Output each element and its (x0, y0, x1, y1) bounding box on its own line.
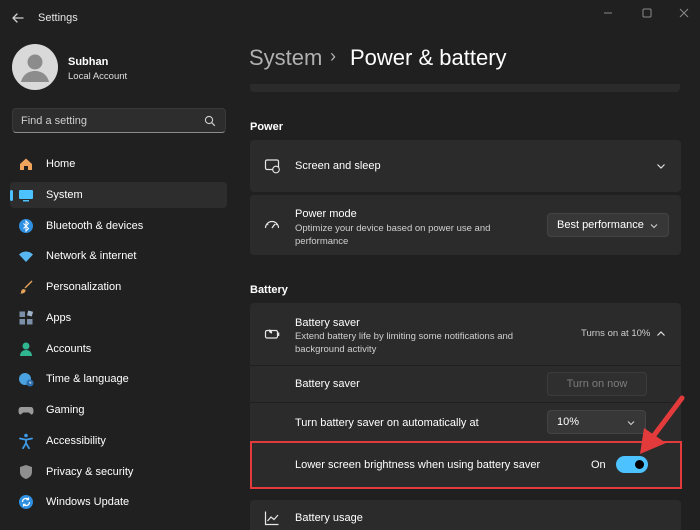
annotation-highlight-box (250, 441, 682, 489)
sidebar-item-label: Accounts (46, 343, 92, 355)
sidebar-item-label: Network & internet (46, 250, 137, 262)
card-title: Power mode (295, 208, 357, 220)
home-icon (20, 158, 32, 170)
card-description: Extend battery life by limiting some not… (295, 331, 514, 355)
sidebar-item-network[interactable]: Network & internet (10, 243, 227, 269)
system-icon (19, 190, 33, 202)
back-arrow-icon[interactable] (10, 10, 26, 26)
sidebar-item-apps[interactable]: Apps (10, 305, 227, 331)
shield-icon (20, 465, 32, 479)
sidebar-item-time-language[interactable]: Time & language (10, 366, 227, 392)
card-title: Battery usage (295, 512, 363, 524)
section-title-battery: Battery (250, 284, 288, 296)
dropdown-value: 10% (557, 416, 580, 428)
update-icon (19, 495, 33, 509)
dropdown-value: Best performance (557, 219, 644, 231)
battery-usage-icon (264, 511, 279, 526)
title-bar: Settings (0, 0, 700, 36)
active-indicator (10, 190, 13, 201)
bluetooth-icon (19, 219, 33, 233)
maximize-icon[interactable] (637, 6, 657, 20)
account-type: Local Account (68, 71, 128, 82)
sidebar-item-privacy-security[interactable]: Privacy & security (10, 459, 227, 485)
row-label: Battery saver (295, 378, 360, 390)
wifi-icon (19, 251, 33, 262)
card-description: Optimize your device based on power use … (295, 223, 491, 247)
close-icon[interactable] (674, 6, 694, 20)
sidebar-item-home[interactable]: Home (10, 151, 227, 177)
search-input[interactable] (21, 113, 201, 129)
sidebar-item-label: Home (46, 158, 76, 170)
battery-saver-status: Turns on at 10% (581, 328, 651, 339)
app-title: Settings (38, 12, 78, 24)
globe-clock-icon (19, 373, 34, 387)
user-name: Subhan (68, 56, 109, 68)
sidebar-item-label: Windows Update (46, 496, 130, 508)
section-title-power: Power (250, 121, 284, 133)
battery-usage-card[interactable]: Battery usage (250, 500, 681, 530)
chevron-down-icon (650, 224, 658, 229)
battery-saver-icon (264, 329, 280, 339)
sidebar-item-label: Gaming (46, 404, 85, 416)
sidebar-item-accounts[interactable]: Accounts (10, 336, 227, 362)
person-icon (20, 342, 32, 356)
power-mode-icon (264, 220, 280, 229)
avatar[interactable] (12, 44, 58, 90)
breadcrumb-separator: › (330, 46, 336, 66)
page-title: Power & battery (350, 45, 507, 70)
user-silhouette-icon (21, 54, 49, 82)
sidebar-item-label: Personalization (46, 281, 122, 293)
screen-sleep-card[interactable]: Screen and sleep (250, 140, 681, 192)
search-icon[interactable] (204, 115, 216, 127)
previous-card-edge (250, 84, 680, 92)
sidebar-item-label: Privacy & security (46, 466, 134, 478)
sidebar-item-bluetooth[interactable]: Bluetooth & devices (10, 213, 227, 239)
chevron-down-icon[interactable] (655, 160, 667, 172)
sidebar-item-label: System (46, 189, 83, 201)
sidebar-item-label: Time & language (46, 373, 129, 385)
sidebar-item-label: Apps (46, 312, 72, 324)
apps-icon (19, 310, 34, 325)
battery-saver-auto-row: Turn battery saver on automatically at 1… (250, 403, 681, 441)
sidebar-item-gaming[interactable]: Gaming (10, 397, 227, 423)
chevron-up-icon[interactable] (655, 328, 667, 340)
search-box[interactable] (12, 108, 226, 133)
sidebar-item-windows-update[interactable]: Windows Update (10, 489, 227, 515)
sidebar-item-accessibility[interactable]: Accessibility (10, 428, 227, 454)
brush-icon (20, 280, 33, 294)
sidebar-item-system[interactable]: System (10, 182, 227, 208)
gamepad-icon (18, 407, 34, 415)
card-title: Screen and sleep (295, 160, 381, 172)
power-mode-dropdown[interactable]: Best performance (547, 213, 669, 237)
screen-sleep-icon (264, 159, 280, 174)
power-mode-card: Power mode Optimize your device based on… (250, 195, 681, 255)
battery-saver-header[interactable]: Battery saver Extend battery life by lim… (250, 303, 681, 365)
accessibility-icon (19, 433, 33, 449)
sidebar-item-personalization[interactable]: Personalization (10, 274, 227, 300)
sidebar-item-label: Accessibility (46, 435, 106, 447)
breadcrumb-parent[interactable]: System (249, 45, 322, 71)
minimize-icon[interactable] (598, 6, 618, 20)
card-title: Battery saver (295, 317, 360, 329)
row-label: Turn battery saver on automatically at (295, 417, 479, 429)
annotation-arrow-icon (640, 395, 685, 454)
sidebar-item-label: Bluetooth & devices (46, 220, 144, 232)
